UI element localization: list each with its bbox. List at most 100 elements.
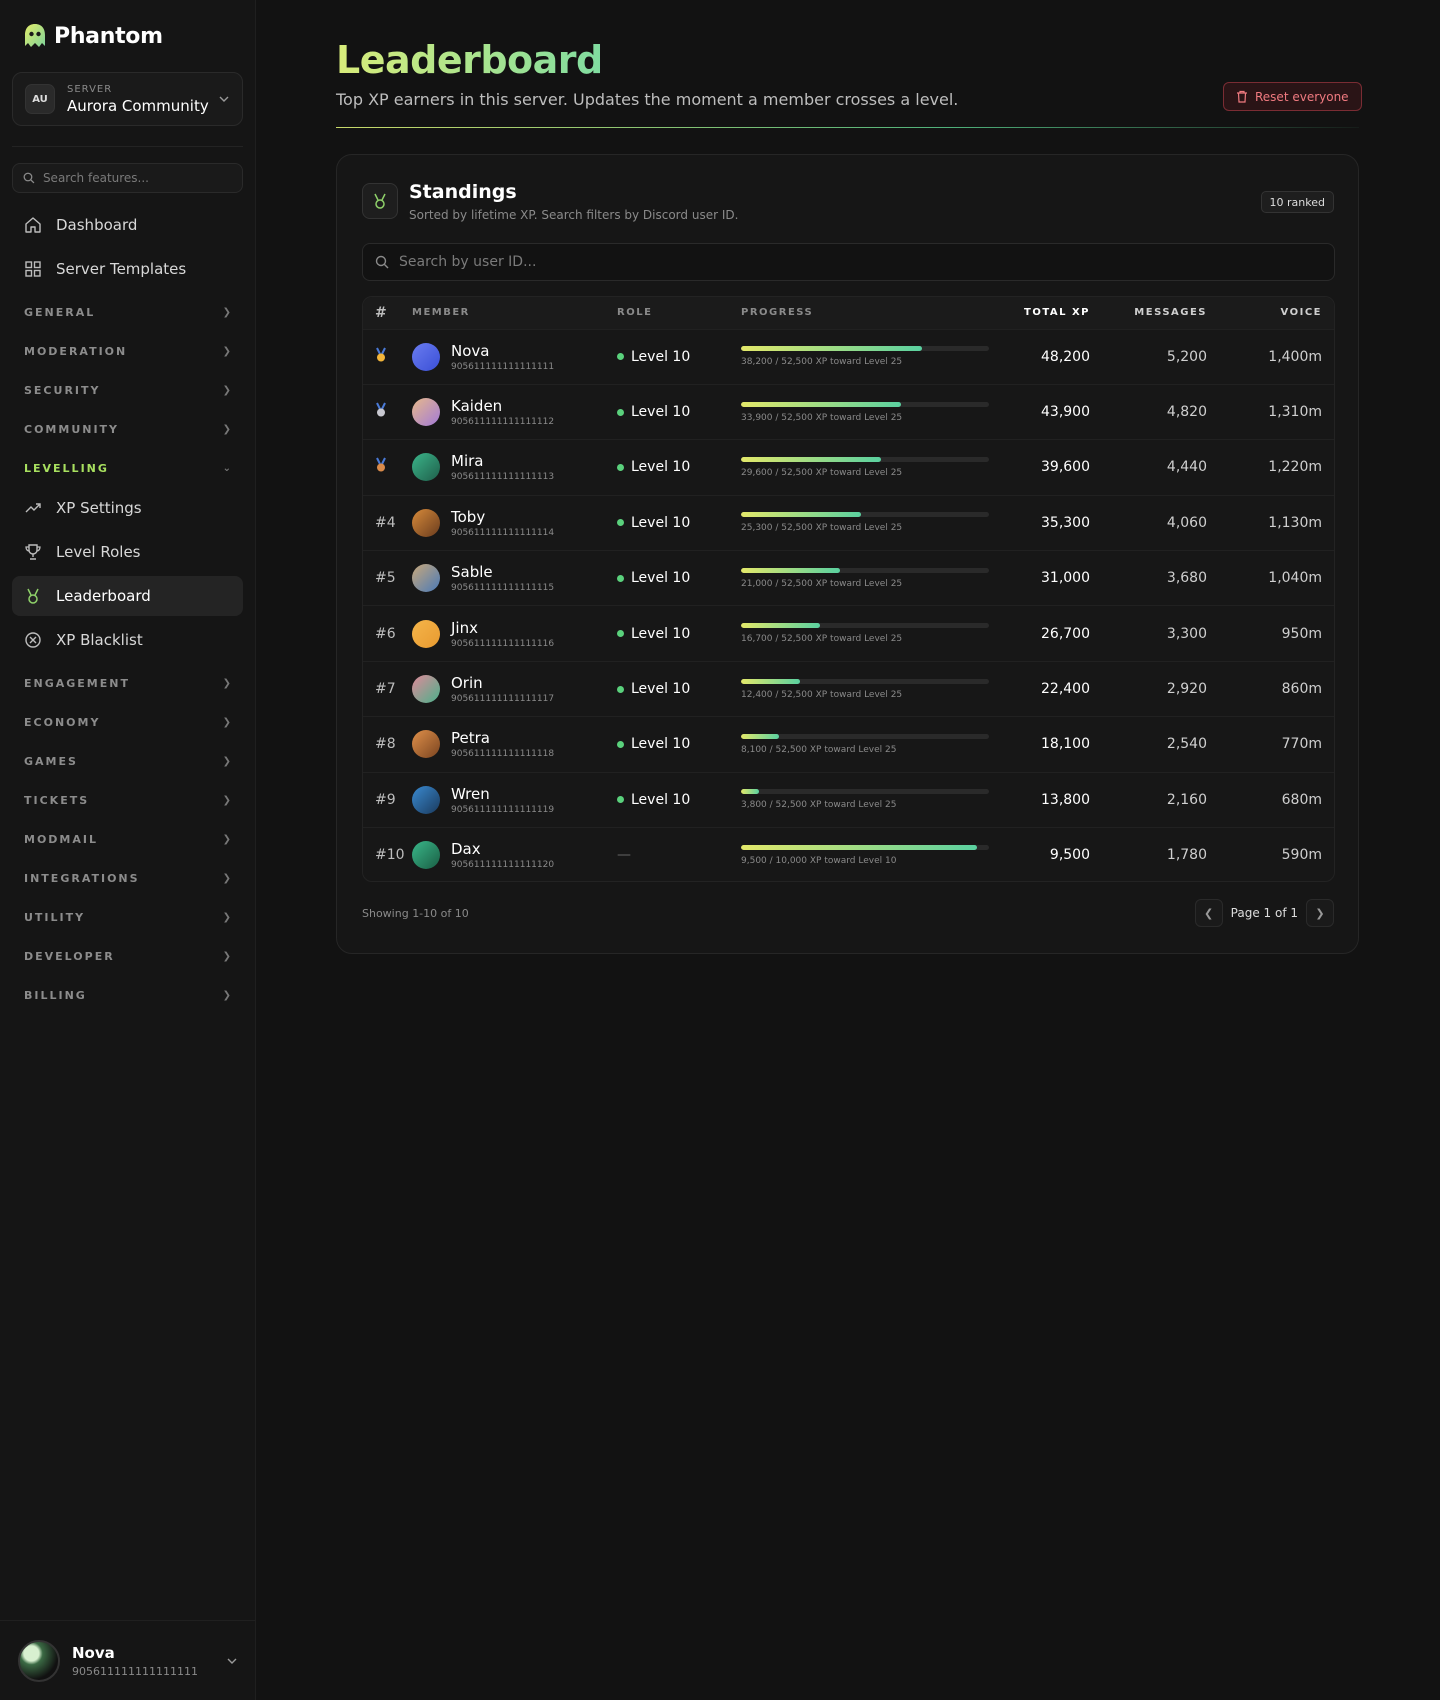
section-games[interactable]: GAMES ❯: [12, 742, 243, 781]
member-cell: Petra 905611111111111118: [412, 717, 617, 772]
table-row[interactable]: #9 Wren 905611111111111119 Level 10 3,800 / …: [363, 772, 1334, 827]
chevron-down-icon: ⌄: [222, 463, 231, 474]
progress-cell: 16,700 / 52,500 XP toward Level 25: [741, 606, 1000, 661]
role-cell: Level 10: [617, 606, 741, 661]
table-row[interactable]: #10 Dax 905611111111111120—9,500 / 10,000 …: [363, 827, 1334, 881]
table-row[interactable]: #6 Jinx 905611111111111116 Level 10 16,700 /…: [363, 605, 1334, 661]
section-billing[interactable]: BILLING ❯: [12, 976, 243, 1015]
table-row[interactable]: Nova 905611111111111111 Level 10 38,200 / 5…: [363, 329, 1334, 384]
feature-search-input[interactable]: [42, 171, 232, 185]
column-header-rank: #: [375, 304, 389, 321]
table-row[interactable]: #5 Sable 905611111111111115 Level 10 21,000 …: [363, 550, 1334, 606]
role-cell: Level 10: [617, 717, 741, 772]
user-menu[interactable]: Nova 905611111111111111: [0, 1620, 256, 1700]
member-name: Sable: [451, 563, 493, 582]
progress-fill: [741, 789, 759, 795]
section-label: BILLING: [24, 989, 87, 1002]
user-id-search-input[interactable]: [399, 254, 1299, 270]
progress-track: [741, 512, 989, 518]
prev-page-button[interactable]: ❮: [1194, 899, 1223, 927]
sidebar-item-dashboard[interactable]: Dashboard: [12, 205, 243, 245]
section-security[interactable]: SECURITY ❯: [12, 371, 243, 410]
reset-label: Reset everyone: [1255, 89, 1349, 104]
table-row[interactable]: #4 Toby 905611111111111114 Level 10 25,300 /…: [363, 495, 1334, 550]
section-levelling[interactable]: LEVELLING ⌄: [12, 449, 243, 488]
progress-cell: 29,600 / 52,500 XP toward Level 25: [741, 440, 1000, 495]
sidebar-item-leaderboard[interactable]: Leaderboard: [12, 576, 243, 616]
page-subtitle: Top XP earners in this server. Updates t…: [336, 90, 959, 109]
section-label: GENERAL: [24, 306, 96, 319]
chevron-down-icon: [219, 96, 229, 102]
sidebar-item-xp-blacklist[interactable]: XP Blacklist: [12, 620, 243, 660]
progress-cell: 21,000 / 52,500 XP toward Level 25: [741, 551, 1000, 606]
column-header-progress: PROGRESS: [741, 307, 814, 319]
section-utility[interactable]: UTILITY ❯: [12, 898, 243, 937]
role-dot: [617, 463, 624, 471]
member-name: Jinx: [451, 618, 478, 637]
section-integrations[interactable]: INTEGRATIONS ❯: [12, 859, 243, 898]
member-name: Dax: [451, 840, 481, 859]
table-row[interactable]: Kaiden 905611111111111112 Level 10 33,900 /…: [363, 384, 1334, 439]
progress-label: 3,800 / 52,500 XP toward Level 25: [741, 800, 897, 811]
progress-label: 12,400 / 52,500 XP toward Level 25: [741, 689, 903, 700]
chevron-right-icon: ❯: [222, 307, 231, 318]
role-label: Level 10: [631, 791, 691, 808]
messages-cell: 5,200: [1166, 348, 1207, 365]
table-row[interactable]: #8 Petra 905611111111111118 Level 10 8,100 /…: [363, 716, 1334, 772]
rank-number: #9: [375, 791, 396, 808]
user-id-search[interactable]: [362, 243, 1335, 281]
section-general[interactable]: GENERAL ❯: [12, 293, 243, 332]
member-cell: Sable 905611111111111115: [412, 551, 617, 606]
section-label: ECONOMY: [24, 716, 101, 729]
column-header-member: MEMBER: [412, 307, 470, 319]
rank-number: #7: [375, 681, 396, 698]
sidebar-item-xp-settings[interactable]: XP Settings: [12, 488, 243, 528]
next-page-button[interactable]: ❯: [1306, 899, 1334, 927]
column-header-voice: VOICE: [1280, 307, 1322, 319]
section-label: COMMUNITY: [24, 423, 120, 436]
sidebar-nav: Dashboard Server Templates GENERAL ❯ MODE…: [12, 205, 243, 1015]
section-moderation[interactable]: MODERATION ❯: [12, 332, 243, 371]
title-divider: [336, 127, 1359, 128]
section-modmail[interactable]: MODMAIL ❯: [12, 820, 243, 859]
feature-search[interactable]: [12, 163, 243, 193]
chevron-right-icon: ❯: [222, 385, 231, 396]
section-economy[interactable]: ECONOMY ❯: [12, 703, 243, 742]
table-row[interactable]: Mira 905611111111111113 Level 10 29,600 / 5…: [363, 439, 1334, 495]
role-badge: Level 10: [617, 681, 741, 697]
section-developer[interactable]: DEVELOPER ❯: [12, 937, 243, 976]
reset-everyone-button[interactable]: Reset everyone: [1223, 82, 1362, 111]
medal-icon: [27, 588, 39, 604]
total-xp-cell: 18,100: [1041, 736, 1090, 753]
member-id: 905611111111111112: [451, 417, 555, 428]
progress-fill: [741, 844, 977, 850]
brand[interactable]: Phantom: [22, 22, 163, 50]
rank-number: #8: [375, 736, 396, 753]
voice-cell: 770m: [1281, 736, 1322, 753]
sidebar-item-level-roles[interactable]: Level Roles: [12, 532, 243, 572]
role-cell: Level 10: [617, 551, 741, 606]
rank-number: #5: [375, 570, 396, 587]
total-xp-cell: 48,200: [1041, 348, 1090, 365]
member-id: 905611111111111120: [451, 860, 555, 871]
member-cell: Kaiden 905611111111111112: [412, 384, 617, 439]
sidebar-item-server-templates[interactable]: Server Templates: [12, 249, 243, 289]
table-header-row: # MEMBER ROLE PROGRESS TOTAL XP MESSAGES…: [363, 297, 1334, 329]
chevron-right-icon: ❯: [222, 678, 231, 689]
progress-cell: 25,300 / 52,500 XP toward Level 25: [741, 495, 1000, 550]
section-engagement[interactable]: ENGAGEMENT ❯: [12, 664, 243, 703]
server-selector[interactable]: AU SERVER Aurora Community: [12, 72, 243, 126]
chevron-right-icon: ❯: [222, 873, 231, 884]
section-community[interactable]: COMMUNITY ❯: [12, 410, 243, 449]
trophy-icon: [25, 544, 41, 560]
progress-label: 21,000 / 52,500 XP toward Level 25: [741, 578, 903, 589]
section-tickets[interactable]: TICKETS ❯: [12, 781, 243, 820]
medal-icon: [374, 193, 386, 209]
role-cell: Level 10: [617, 772, 741, 827]
role-label: Level 10: [631, 570, 691, 587]
voice-cell: 1,310m: [1268, 404, 1322, 421]
search-icon: [23, 172, 35, 184]
table-row[interactable]: #7 Orin 905611111111111117 Level 10 12,400 /…: [363, 661, 1334, 716]
progress-cell: 8,100 / 52,500 XP toward Level 25: [741, 717, 1000, 772]
progress-label: 9,500 / 10,000 XP toward Level 10: [741, 855, 897, 866]
